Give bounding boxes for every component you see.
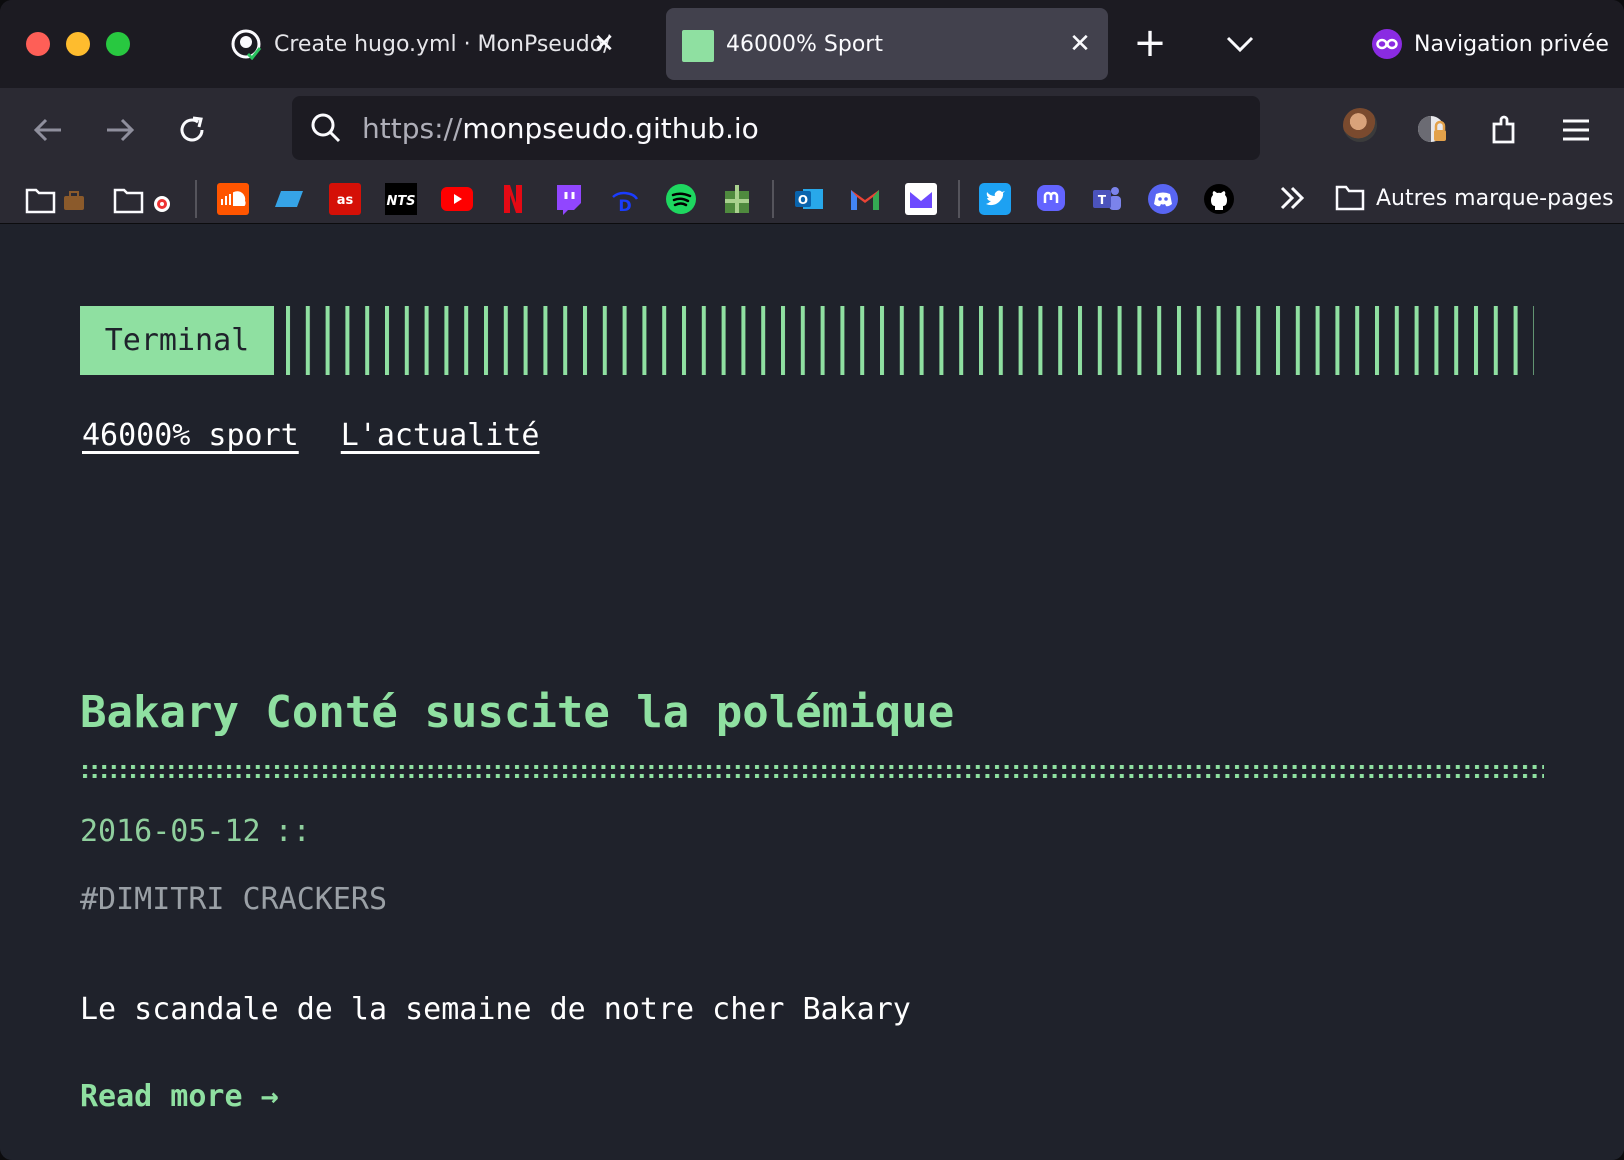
puzzle-icon — [1492, 115, 1515, 144]
hamburger-menu-icon — [1563, 119, 1589, 141]
mastodon-icon[interactable] — [1034, 182, 1068, 216]
post-date: 2016-05-12 — [80, 814, 261, 849]
url-text[interactable]: https://monpseudo.github.io — [362, 112, 759, 145]
double-chevron-right-icon[interactable] — [1274, 180, 1310, 216]
url-scheme: https:// — [362, 112, 463, 145]
outlook-icon[interactable]: O — [792, 182, 826, 216]
url-host: monpseudo.github.io — [462, 112, 759, 145]
bookmarks-toolbar: as NTS D O T Autres marque-pages — [0, 172, 1624, 224]
menu-link-46000-sport[interactable]: 46000% sport — [82, 418, 299, 453]
gmail-icon[interactable] — [848, 182, 882, 216]
other-bookmarks-folder[interactable]: Autres marque-pages — [1334, 180, 1614, 216]
folder-target-icon — [113, 188, 170, 214]
private-mask-icon — [1372, 29, 1402, 59]
bookmark-folder-target[interactable] — [112, 182, 178, 216]
lastfm-icon[interactable]: as — [328, 182, 362, 216]
tab-46000-sport[interactable]: 46000% Sport ✕ — [666, 8, 1108, 80]
back-button[interactable] — [26, 108, 70, 152]
gift-box-icon[interactable] — [720, 182, 754, 216]
new-tab-button[interactable]: + — [1130, 23, 1170, 64]
bookmark-separator — [958, 180, 960, 218]
logo-bars-decoration — [286, 306, 1534, 375]
shield-lock-button[interactable] — [1410, 108, 1454, 152]
github-icon — [231, 29, 262, 60]
disney-plus-icon[interactable]: D — [608, 182, 642, 216]
folder-icon — [1335, 185, 1365, 211]
post-tag[interactable]: #DIMITRI CRACKERS — [80, 882, 387, 917]
menu-link-actualite[interactable]: L'actualité — [341, 418, 540, 453]
post-date-separator: :: — [274, 814, 311, 849]
tab-title: Create hugo.yml · MonPseudo/MonPseudo.gi… — [274, 31, 610, 57]
svg-text:NTS: NTS — [386, 194, 415, 209]
svg-text:T: T — [1098, 193, 1107, 207]
tab-strip: Create hugo.yml · MonPseudo/MonPseudo.gi… — [0, 0, 1624, 88]
chevron-down-icon[interactable] — [1220, 24, 1260, 64]
private-browsing-label: Navigation privée — [1414, 31, 1609, 57]
window-maximize-button[interactable] — [106, 32, 130, 56]
svg-text:as: as — [337, 193, 354, 208]
window-minimize-button[interactable] — [66, 32, 90, 56]
search-icon — [311, 113, 341, 143]
post-meta: 2016-05-12:: — [80, 814, 311, 849]
extensions-button[interactable] — [1482, 108, 1526, 152]
private-browsing-indicator: Navigation privée — [1372, 24, 1609, 64]
twitch-icon[interactable] — [552, 182, 586, 216]
spotify-icon[interactable] — [664, 182, 698, 216]
nts-radio-icon[interactable]: NTS — [384, 182, 418, 216]
menu-button[interactable] — [1554, 108, 1598, 152]
page-content: Terminal 46000% sport L'actualité Bakary… — [0, 225, 1624, 1160]
soundcloud-icon[interactable] — [216, 182, 250, 216]
svg-text:D: D — [618, 196, 631, 215]
youtube-icon[interactable] — [440, 182, 474, 216]
teams-icon[interactable]: T — [1090, 182, 1124, 216]
folder-briefcase-icon — [25, 188, 84, 214]
post-summary: Le scandale de la semaine de notre cher … — [80, 992, 911, 1027]
bookmark-separator — [195, 180, 197, 218]
svg-text:O: O — [798, 193, 808, 207]
reload-button[interactable] — [170, 108, 214, 152]
other-bookmarks-label: Autres marque-pages — [1376, 185, 1614, 211]
browser-window: Create hugo.yml · MonPseudo/MonPseudo.gi… — [0, 0, 1624, 1160]
url-bar[interactable]: https://monpseudo.github.io — [292, 96, 1260, 160]
account-avatar[interactable] — [1343, 108, 1377, 142]
site-menu: 46000% sport L'actualité — [82, 418, 539, 453]
tab-close-icon[interactable]: ✕ — [590, 30, 618, 58]
arrow-right-icon — [107, 118, 135, 142]
shortcut-icon[interactable] — [272, 182, 306, 216]
github-icon[interactable] — [1202, 182, 1236, 216]
read-more-link[interactable]: Read more → — [80, 1079, 279, 1114]
forward-button[interactable] — [98, 108, 142, 152]
navigation-toolbar: https://monpseudo.github.io — [0, 88, 1624, 172]
proton-mail-icon[interactable] — [904, 182, 938, 216]
tab-close-icon[interactable]: ✕ — [1066, 30, 1094, 58]
reload-icon — [180, 116, 204, 142]
bookmark-separator — [772, 180, 774, 218]
green-square-icon — [682, 30, 714, 62]
twitter-icon[interactable] — [978, 182, 1012, 216]
discord-icon[interactable] — [1146, 182, 1180, 216]
tab-title: 46000% Sport — [726, 31, 883, 57]
shield-lock-icon — [1418, 116, 1446, 142]
site-logo[interactable]: Terminal — [80, 306, 274, 375]
window-close-button[interactable] — [26, 32, 50, 56]
post-title-divider — [82, 763, 1544, 781]
post-title[interactable]: Bakary Conté suscite la polémique — [80, 687, 954, 738]
bookmark-folder-work[interactable] — [24, 182, 90, 216]
arrow-left-icon — [33, 118, 61, 142]
tab-github[interactable]: Create hugo.yml · MonPseudo/MonPseudo.gi… — [218, 8, 646, 80]
netflix-icon[interactable] — [496, 182, 530, 216]
